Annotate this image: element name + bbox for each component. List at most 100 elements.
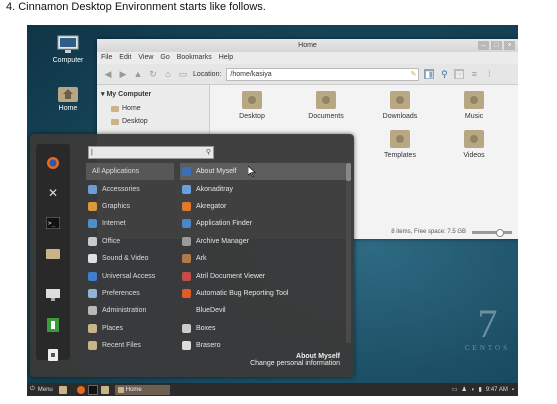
compact-view-icon[interactable]: ⁞	[484, 69, 494, 79]
desktop[interactable]: Computer Home 7 CENTOS Home – □ × File E…	[27, 25, 518, 396]
music-folder-icon	[464, 91, 484, 109]
clock[interactable]: 9:47 AM	[486, 387, 508, 393]
category-item[interactable]: All Applications	[86, 163, 174, 181]
files-icon[interactable]	[36, 240, 70, 266]
folder-label: Downloads	[382, 113, 418, 120]
terminal-launcher-icon[interactable]	[87, 384, 98, 395]
app-item[interactable]: Automatic Bug Reporting Tool	[180, 285, 346, 302]
folder-label: Desktop	[239, 113, 265, 120]
back-arrow-icon[interactable]: ◀	[103, 69, 113, 79]
list-view-icon[interactable]: ≡	[469, 69, 479, 79]
app-label: About Myself	[196, 168, 237, 176]
app-label: Brasero	[196, 342, 221, 350]
app-item[interactable]: Akregator	[180, 198, 346, 215]
desktop-icon-label: Computer	[52, 57, 84, 64]
app-icon	[182, 201, 191, 211]
panel-menu-button[interactable]: ⏻ Menu	[27, 386, 53, 393]
category-label: Administration	[102, 307, 147, 315]
firefox-launcher-icon[interactable]	[76, 385, 85, 394]
sidebar-item-desktop[interactable]: Desktop	[97, 115, 209, 128]
category-item[interactable]: Internet	[86, 215, 174, 232]
terminal-icon[interactable]: >_	[36, 210, 70, 236]
app-item[interactable]: Atril Document Viewer	[180, 267, 346, 284]
scrollbar[interactable]	[346, 163, 351, 343]
category-item[interactable]: Preferences	[86, 285, 174, 302]
app-item[interactable]: Boxes	[180, 320, 346, 337]
logout-icon[interactable]	[36, 312, 70, 338]
icon-view-icon[interactable]: ▦	[454, 69, 465, 79]
firefox-icon[interactable]	[36, 150, 70, 176]
category-item[interactable]: Office	[86, 233, 174, 250]
desktop-icon[interactable]: ▪	[512, 387, 514, 393]
category-item[interactable]: Graphics	[86, 198, 174, 215]
category-item[interactable]: Recent Files	[86, 337, 174, 354]
app-item[interactable]: Ark	[180, 250, 346, 267]
category-item[interactable]: Places	[86, 320, 174, 337]
window-titlebar[interactable]: Home – □ ×	[97, 39, 518, 52]
app-label: Ark	[196, 255, 207, 263]
zoom-slider[interactable]	[472, 228, 512, 237]
sidebar-heading[interactable]: ▾ My Computer	[97, 85, 209, 102]
centos-logo: 7 CENTOS	[465, 304, 510, 353]
menu-edit[interactable]: Edit	[119, 52, 131, 64]
folder-documents[interactable]: Documents	[291, 91, 361, 120]
app-info-title: About Myself	[296, 353, 340, 360]
video-folder-icon	[464, 130, 484, 148]
tools-icon[interactable]: ✕	[36, 180, 70, 206]
search-icon[interactable]: ⚲	[439, 69, 449, 79]
bottom-panel: ⏻ Menu Home ▭ ♟ ◖ ▮ 9:47 AM ▪	[27, 383, 518, 396]
folder-music[interactable]: Music	[439, 91, 509, 120]
category-item[interactable]: Universal Access	[86, 267, 174, 284]
folder-videos[interactable]: Videos	[439, 130, 509, 159]
menu-help[interactable]: Help	[219, 52, 233, 64]
app-item[interactable]: Brasero	[180, 337, 346, 354]
sidebar-item-home[interactable]: Home	[97, 102, 209, 115]
up-arrow-icon[interactable]: ▲	[133, 69, 143, 79]
forward-arrow-icon[interactable]: ▶	[118, 69, 128, 79]
lock-screen-icon[interactable]	[36, 282, 70, 308]
volume-icon[interactable]: ◖	[471, 387, 475, 393]
network-icon[interactable]: ▭	[452, 386, 458, 393]
sidebar-item-label: Desktop	[122, 118, 148, 125]
app-item[interactable]: About Myself	[180, 163, 346, 181]
category-icon	[88, 323, 97, 333]
minimize-button[interactable]: –	[478, 41, 489, 50]
menu-bookmarks[interactable]: Bookmarks	[177, 52, 212, 64]
clear-location-icon[interactable]: ✎	[411, 69, 417, 80]
app-item[interactable]: BlueDevil	[180, 302, 346, 319]
shutdown-icon[interactable]	[36, 342, 70, 368]
menu-file[interactable]: File	[101, 52, 112, 64]
computer-icon[interactable]: ▭	[178, 69, 188, 79]
battery-icon[interactable]: ▮	[479, 386, 482, 393]
menu-go[interactable]: Go	[160, 52, 169, 64]
desktop-icon-computer[interactable]: Computer	[38, 35, 98, 64]
folder-desktop[interactable]: Desktop	[217, 91, 287, 120]
home-icon[interactable]: ⌂	[163, 69, 173, 79]
close-button[interactable]: ×	[504, 41, 515, 50]
category-label: Universal Access	[102, 272, 156, 280]
folder-templates[interactable]: Templates	[365, 130, 435, 159]
path-toggle-icon[interactable]: ◧	[424, 69, 435, 79]
refresh-icon[interactable]: ↻	[148, 69, 158, 79]
maximize-button[interactable]: □	[491, 41, 502, 50]
category-item[interactable]: Administration	[86, 302, 174, 319]
category-icon	[88, 288, 97, 298]
app-label: Application Finder	[196, 220, 253, 228]
location-input[interactable]: /home/kasiya ✎	[226, 67, 420, 81]
app-item[interactable]: Application Finder	[180, 215, 346, 232]
folder-downloads[interactable]: Downloads	[365, 91, 435, 120]
scrollbar-thumb[interactable]	[346, 163, 351, 181]
folder-launcher-icon[interactable]	[100, 385, 109, 394]
search-input[interactable]: | ⚲	[88, 146, 214, 159]
category-icon	[88, 236, 97, 246]
status-text: 8 items, Free space: 7.5 GB	[391, 229, 466, 235]
category-item[interactable]: Sound & Video	[86, 250, 174, 267]
app-item[interactable]: Akonaditray	[180, 180, 346, 197]
files-launcher-icon[interactable]	[58, 385, 67, 394]
taskbar-item-home[interactable]: Home	[114, 384, 170, 395]
user-icon[interactable]: ♟	[462, 386, 467, 393]
app-item[interactable]: Archive Manager	[180, 233, 346, 250]
desktop-icon-home[interactable]: Home	[38, 83, 98, 112]
menu-view[interactable]: View	[138, 52, 153, 64]
category-item[interactable]: Accessories	[86, 180, 174, 197]
